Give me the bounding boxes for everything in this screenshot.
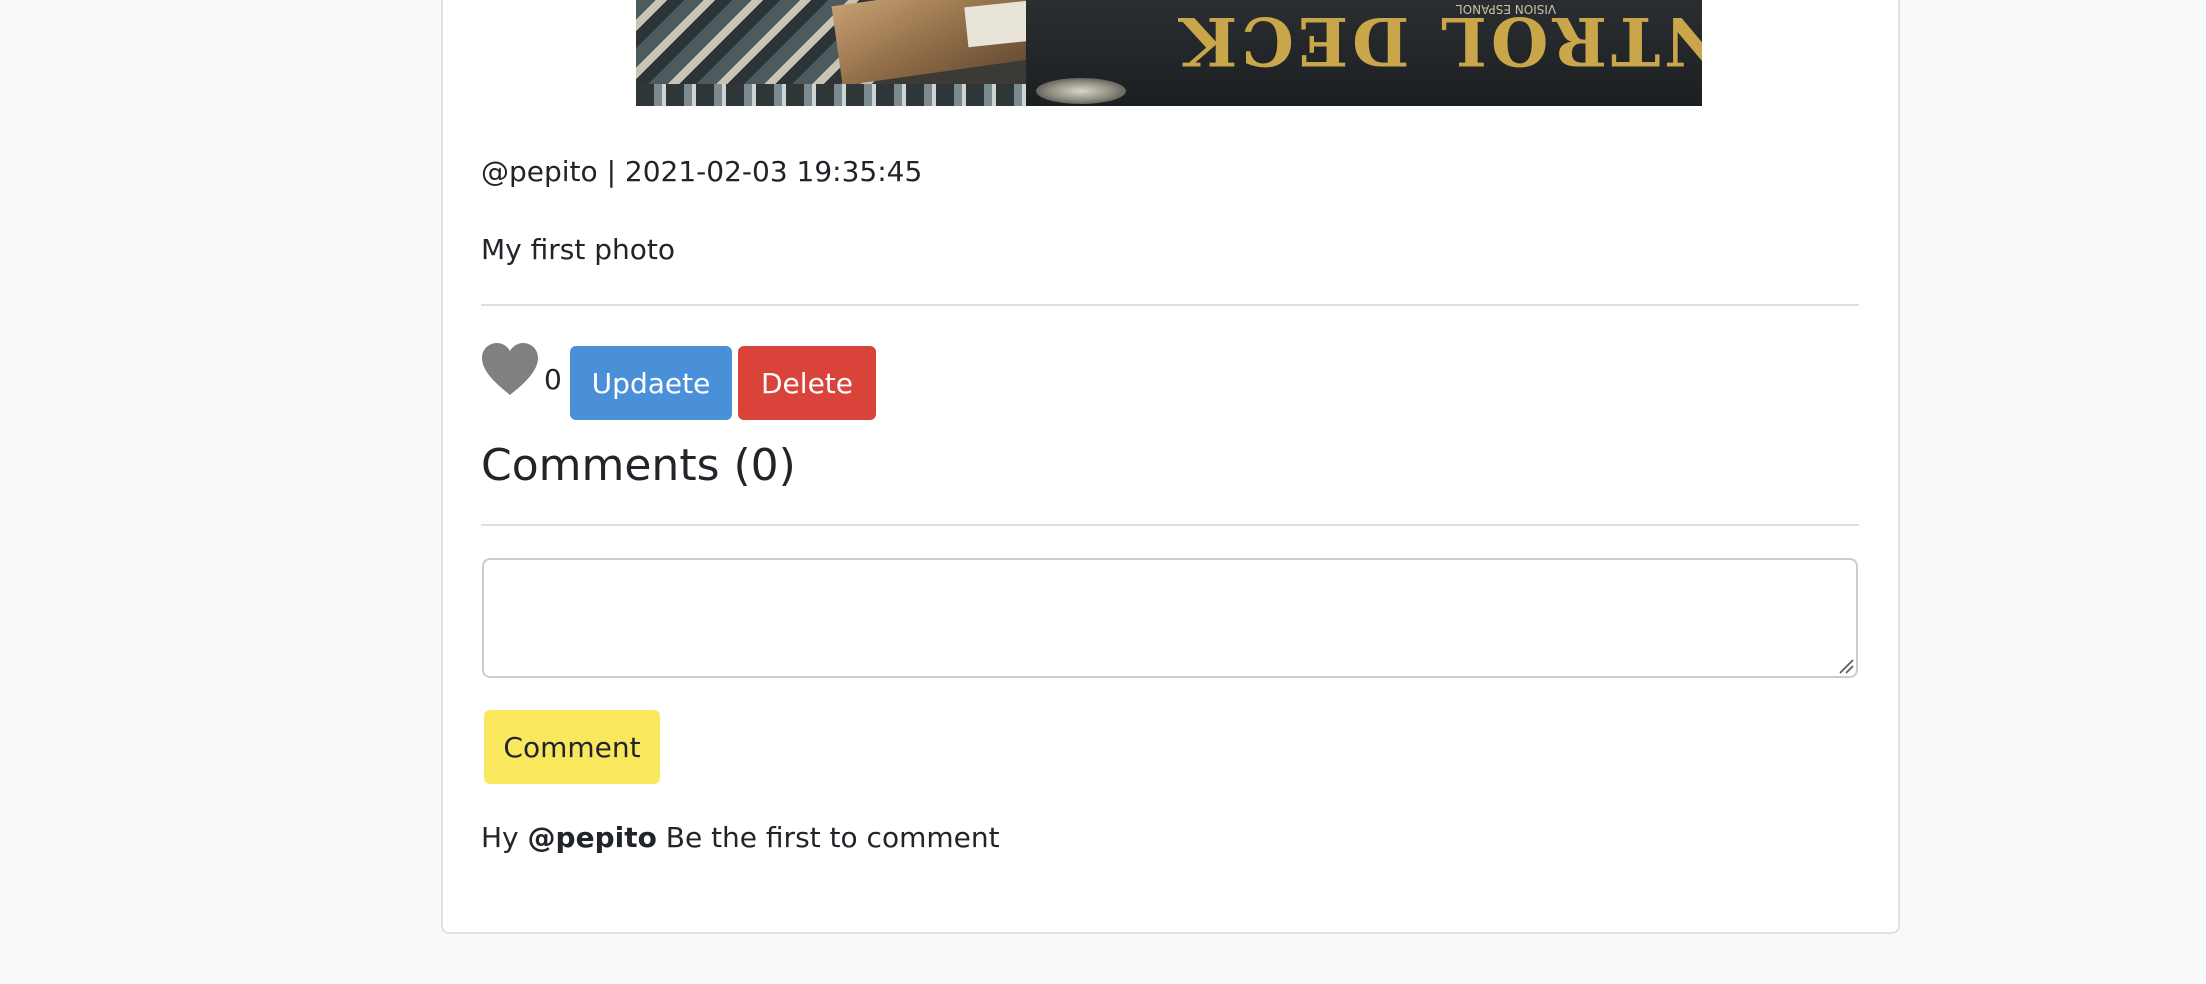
empty-message: Be the first to comment <box>665 821 1000 854</box>
empty-handle: @pepito <box>527 821 657 854</box>
photo-small-text: VISION ESPANOL <box>1456 2 1557 16</box>
heart-icon[interactable] <box>480 341 540 397</box>
comment-input[interactable] <box>482 558 1858 678</box>
resize-grip-icon[interactable] <box>1838 658 1854 674</box>
photo-deck-text: CONTROL DECK <box>1176 2 1702 80</box>
divider <box>481 524 1859 526</box>
post-timestamp: 2021-02-03 19:35:45 <box>624 155 923 188</box>
update-button[interactable]: Updaete <box>570 346 732 420</box>
post-caption: My first photo <box>481 233 676 266</box>
comment-submit-button[interactable]: Comment <box>484 710 660 784</box>
empty-comments-note: Hy @pepito Be the first to comment <box>481 820 1000 856</box>
post-photo: CONTROL DECK VISION ESPANOL <box>636 0 1702 106</box>
empty-prefix: Hy <box>481 821 519 854</box>
post-author: @pepito <box>481 155 598 188</box>
post-meta: @pepito | 2021-02-03 19:35:45 <box>481 154 922 190</box>
delete-button[interactable]: Delete <box>738 346 876 420</box>
like-count: 0 <box>544 363 562 396</box>
divider <box>481 304 1859 306</box>
meta-separator: | <box>606 155 617 188</box>
comments-heading: Comments (0) <box>481 440 796 491</box>
